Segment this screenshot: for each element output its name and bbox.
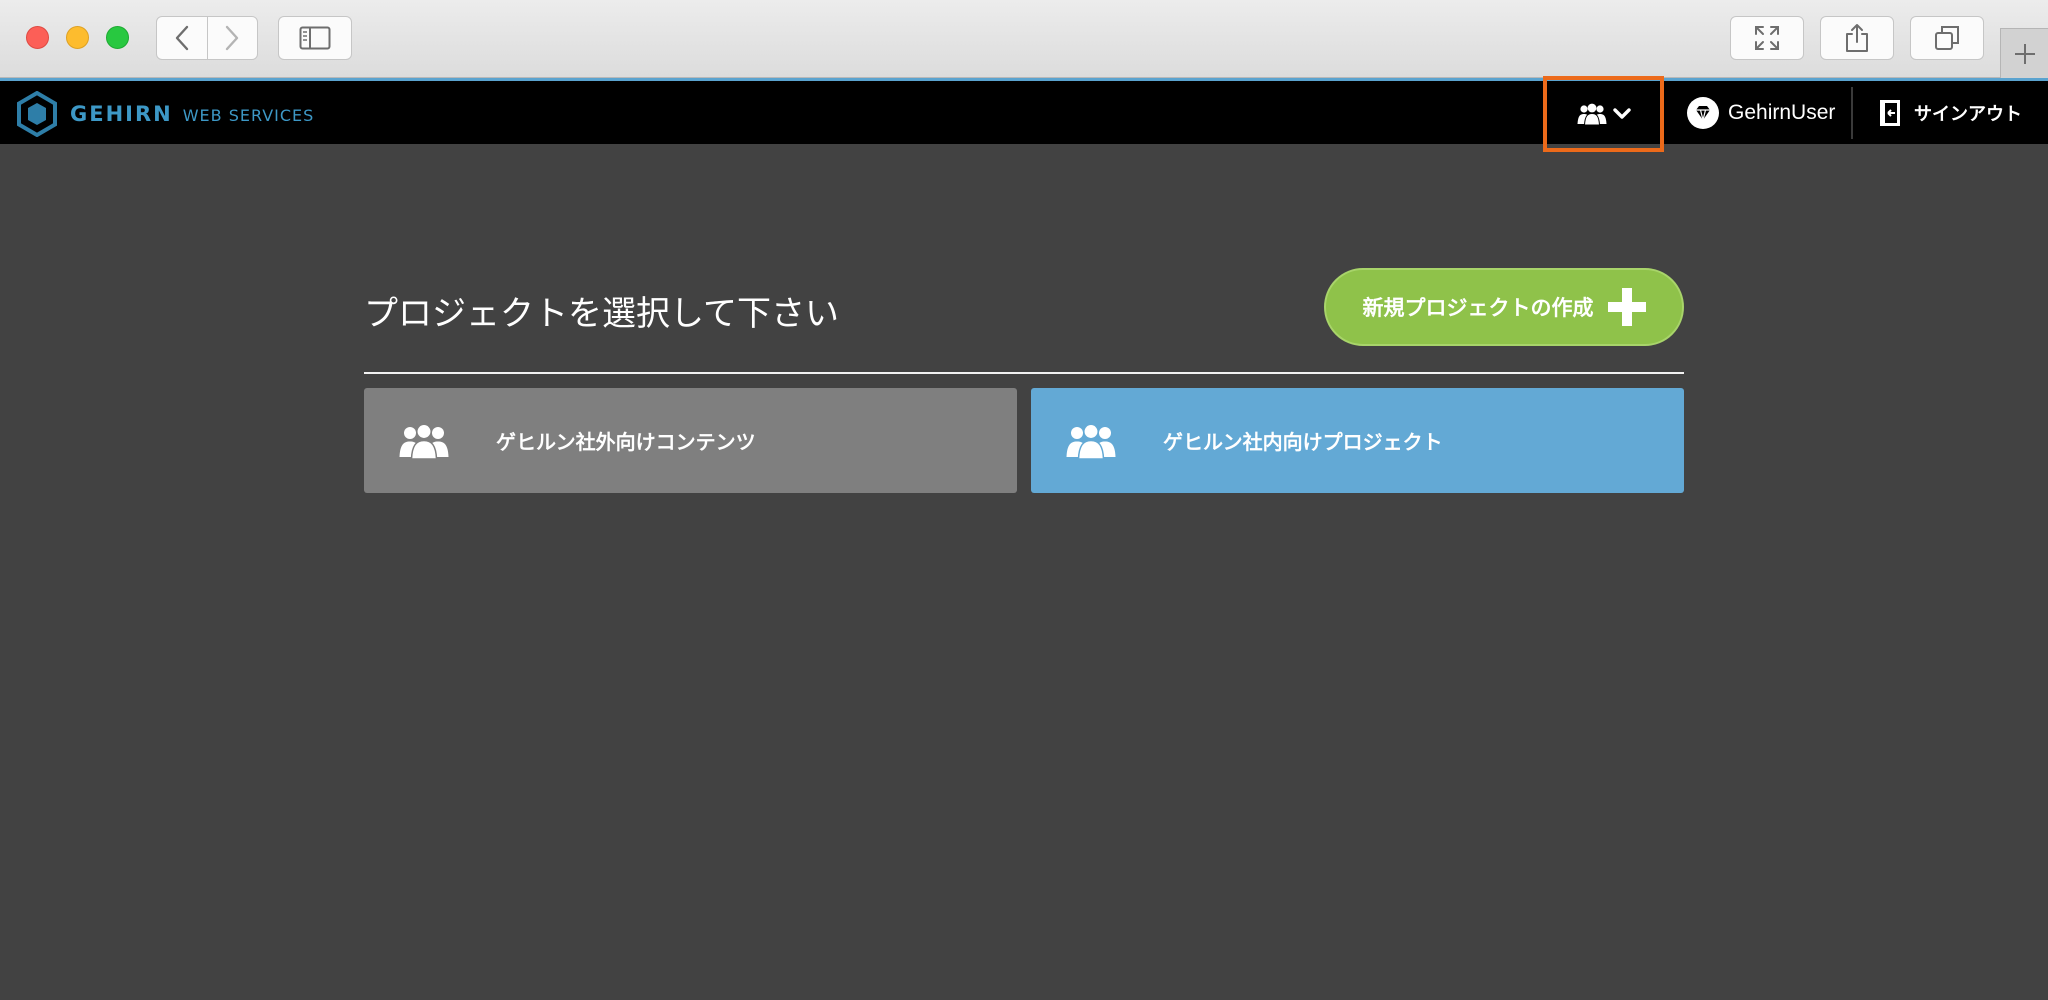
plus-icon [1607, 288, 1646, 326]
fullscreen-icon [1755, 26, 1779, 50]
window-minimize-button[interactable] [66, 26, 89, 49]
share-icon [1846, 24, 1868, 52]
new-tab-button[interactable] [2000, 28, 2048, 78]
team-menu-button[interactable] [1543, 76, 1664, 152]
logo-subtitle: WEB SERVICES [182, 106, 315, 125]
logo-wordmark: GEHIRN [70, 102, 173, 126]
users-icon [399, 423, 449, 459]
signout-label: サインアウト [1914, 103, 2022, 125]
project-card-external[interactable]: ゲヒルン社外向けコンテンツ [364, 388, 1017, 493]
window-close-button[interactable] [26, 26, 49, 49]
hexagon-logo-icon [17, 91, 57, 137]
page-title: プロジェクトを選択して下さい [364, 294, 839, 334]
browser-toolbar [0, 0, 2048, 78]
window-zoom-button[interactable] [106, 26, 129, 49]
signout-button[interactable]: サインアウト [1878, 81, 2022, 144]
history-nav [156, 16, 258, 60]
header-divider [1851, 87, 1853, 139]
forward-button[interactable] [206, 17, 258, 59]
plus-icon [2014, 43, 2035, 64]
create-project-label: 新規プロジェクトの作成 [1362, 296, 1594, 320]
back-button[interactable] [157, 17, 207, 59]
user-menu-button[interactable]: GehirnUser [1670, 81, 1850, 144]
project-name: ゲヒルン社内向けプロジェクト [1163, 430, 1443, 454]
user-name: GehirnUser [1728, 100, 1836, 124]
users-icon [1066, 423, 1116, 459]
chevron-down-icon [1612, 108, 1631, 119]
users-icon [1577, 103, 1606, 125]
sidebar-icon [299, 26, 331, 50]
door-exit-icon [1880, 99, 1900, 126]
gehirn-logo[interactable]: GEHIRN WEB SERVICES [16, 91, 314, 137]
sidebar-toggle-button[interactable] [278, 16, 352, 60]
app-header: GEHIRN WEB SERVICES GehirnUser サインアウト [0, 76, 2048, 152]
chevron-right-icon [226, 25, 239, 51]
chevron-left-icon [175, 25, 188, 51]
section-divider [364, 372, 1684, 374]
show-tabs-button[interactable] [1910, 16, 1984, 60]
project-name: ゲヒルン社外向けコンテンツ [496, 430, 756, 454]
fullscreen-button[interactable] [1730, 16, 1804, 60]
project-card-internal[interactable]: ゲヒルン社内向けプロジェクト [1031, 388, 1684, 493]
tabs-overview-icon [1935, 26, 1959, 50]
diamond-avatar-icon [1687, 96, 1719, 129]
share-button[interactable] [1820, 16, 1894, 60]
create-project-button[interactable]: 新規プロジェクトの作成 [1324, 268, 1684, 346]
